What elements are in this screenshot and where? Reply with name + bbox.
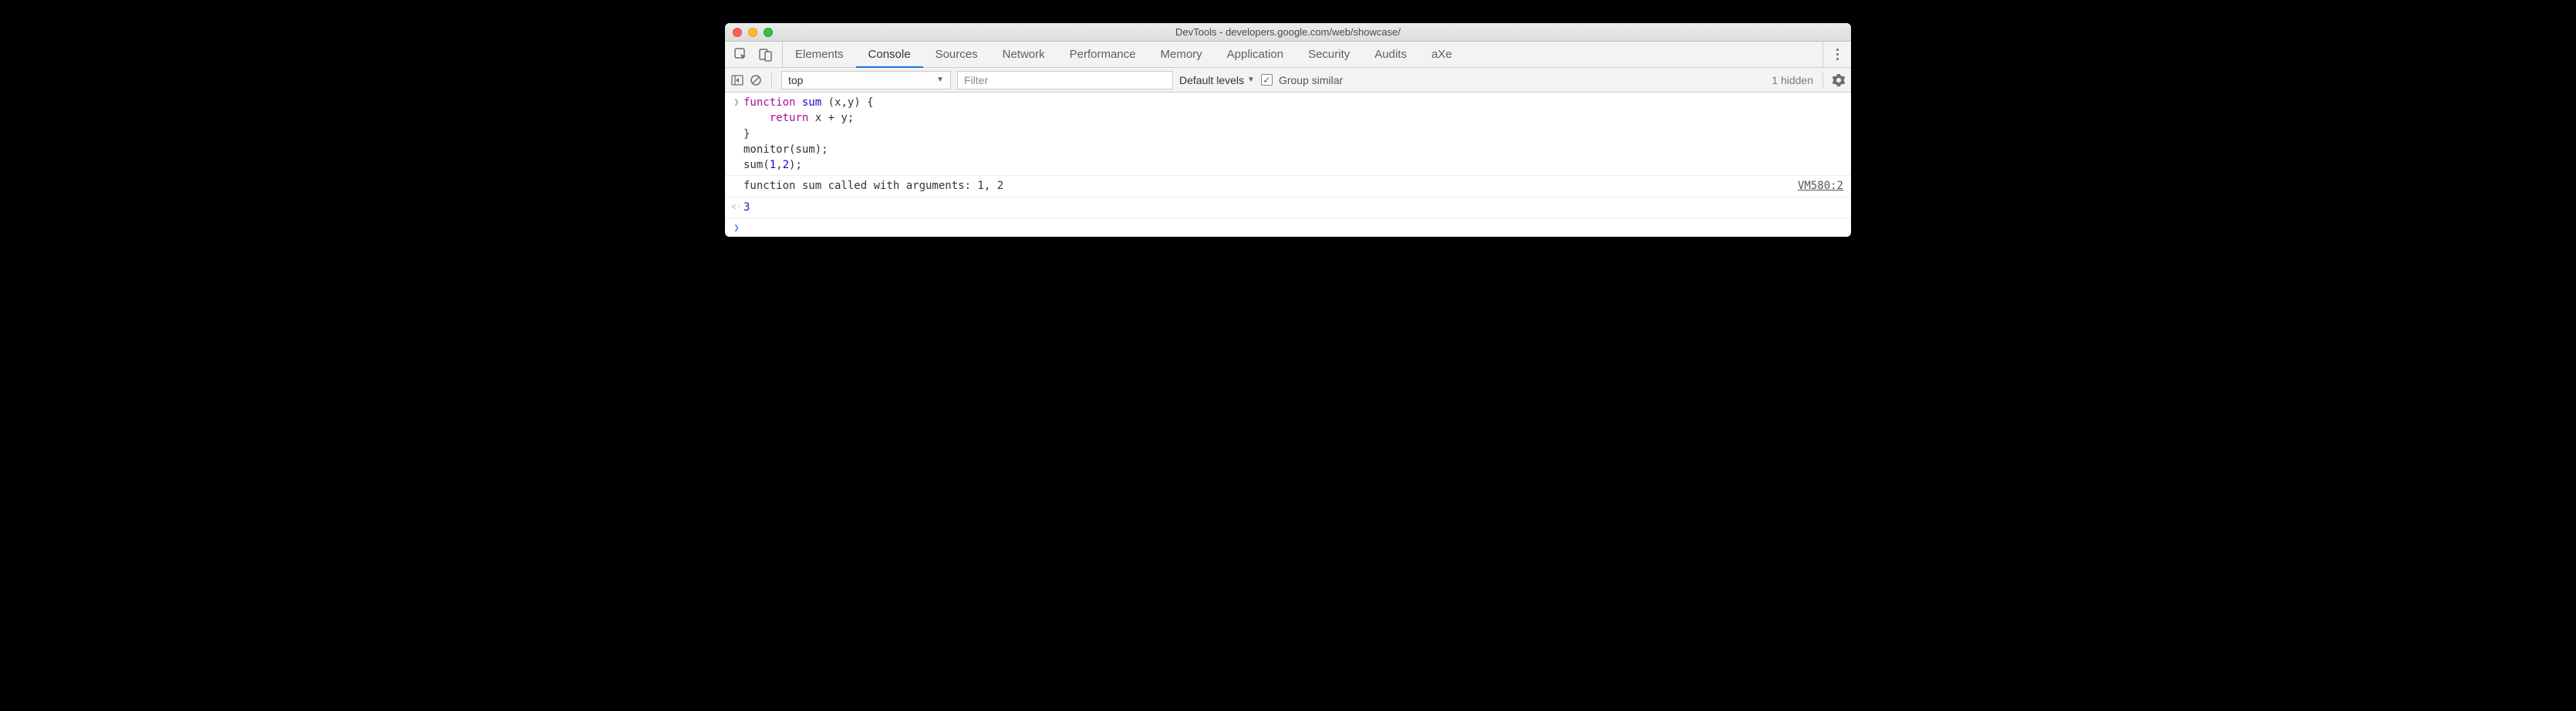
- log-message: function sum called with arguments: 1, 2: [743, 178, 1798, 194]
- window-titlebar: DevTools - developers.google.com/web/sho…: [725, 23, 1851, 42]
- window-title: DevTools - developers.google.com/web/sho…: [725, 26, 1851, 38]
- prompt-marker-icon: ❯: [730, 221, 743, 234]
- tab-memory[interactable]: Memory: [1148, 42, 1215, 67]
- separator: [771, 72, 772, 88]
- console-output: ❯ function sum (x,y) { return x + y; } m…: [725, 93, 1851, 237]
- context-value: top: [788, 74, 803, 86]
- clear-console-icon[interactable]: [750, 74, 762, 86]
- tab-audits[interactable]: Audits: [1362, 42, 1419, 67]
- console-input-row: ❯ function sum (x,y) { return x + y; } m…: [725, 93, 1851, 176]
- group-similar-label: Group similar: [1279, 74, 1343, 86]
- minimize-window-button[interactable]: [748, 28, 757, 37]
- devtools-tabbar: ElementsConsoleSourcesNetworkPerformance…: [725, 42, 1851, 68]
- traffic-lights: [725, 28, 773, 37]
- console-toolbar: top ▼ Default levels ▼ ✓ Group similar 1…: [725, 68, 1851, 93]
- tab-performance[interactable]: Performance: [1057, 42, 1148, 67]
- devtools-window: DevTools - developers.google.com/web/sho…: [725, 23, 1851, 237]
- close-window-button[interactable]: [733, 28, 742, 37]
- console-log-row: function sum called with arguments: 1, 2…: [725, 176, 1851, 197]
- more-options-icon[interactable]: [1831, 47, 1843, 62]
- message-source-link[interactable]: VM580:2: [1798, 178, 1845, 194]
- tab-console[interactable]: Console: [856, 42, 923, 67]
- panel-tabs: ElementsConsoleSourcesNetworkPerformance…: [783, 42, 1822, 67]
- levels-label: Default levels: [1179, 74, 1244, 86]
- tab-security[interactable]: Security: [1296, 42, 1362, 67]
- tab-axe[interactable]: aXe: [1419, 42, 1465, 67]
- tab-sources[interactable]: Sources: [923, 42, 990, 67]
- console-filter-input[interactable]: [957, 71, 1173, 89]
- console-result-row: <· 3: [725, 197, 1851, 218]
- console-prompt-row[interactable]: ❯: [725, 218, 1851, 237]
- tab-application[interactable]: Application: [1215, 42, 1296, 67]
- chevron-down-icon: ▼: [1247, 76, 1255, 84]
- log-level-select[interactable]: Default levels ▼: [1179, 74, 1255, 86]
- input-code: function sum (x,y) { return x + y; } mon…: [743, 95, 1845, 173]
- execution-context-select[interactable]: top ▼: [781, 71, 951, 89]
- chevron-down-icon: ▼: [936, 76, 944, 84]
- output-marker-icon: <·: [730, 200, 743, 214]
- console-settings-icon[interactable]: [1833, 74, 1845, 86]
- tab-elements[interactable]: Elements: [783, 42, 856, 67]
- hidden-messages-count[interactable]: 1 hidden: [1772, 74, 1813, 86]
- log-gutter: [730, 178, 743, 179]
- show-console-sidebar-icon[interactable]: [731, 74, 743, 86]
- toggle-device-icon[interactable]: [759, 48, 773, 62]
- tab-network[interactable]: Network: [990, 42, 1057, 67]
- inspect-element-icon[interactable]: [734, 48, 748, 62]
- separator: [1822, 72, 1823, 88]
- zoom-window-button[interactable]: [764, 28, 773, 37]
- input-marker-icon: ❯: [730, 95, 743, 109]
- result-value: 3: [743, 200, 1845, 215]
- group-similar-checkbox[interactable]: ✓: [1261, 74, 1273, 86]
